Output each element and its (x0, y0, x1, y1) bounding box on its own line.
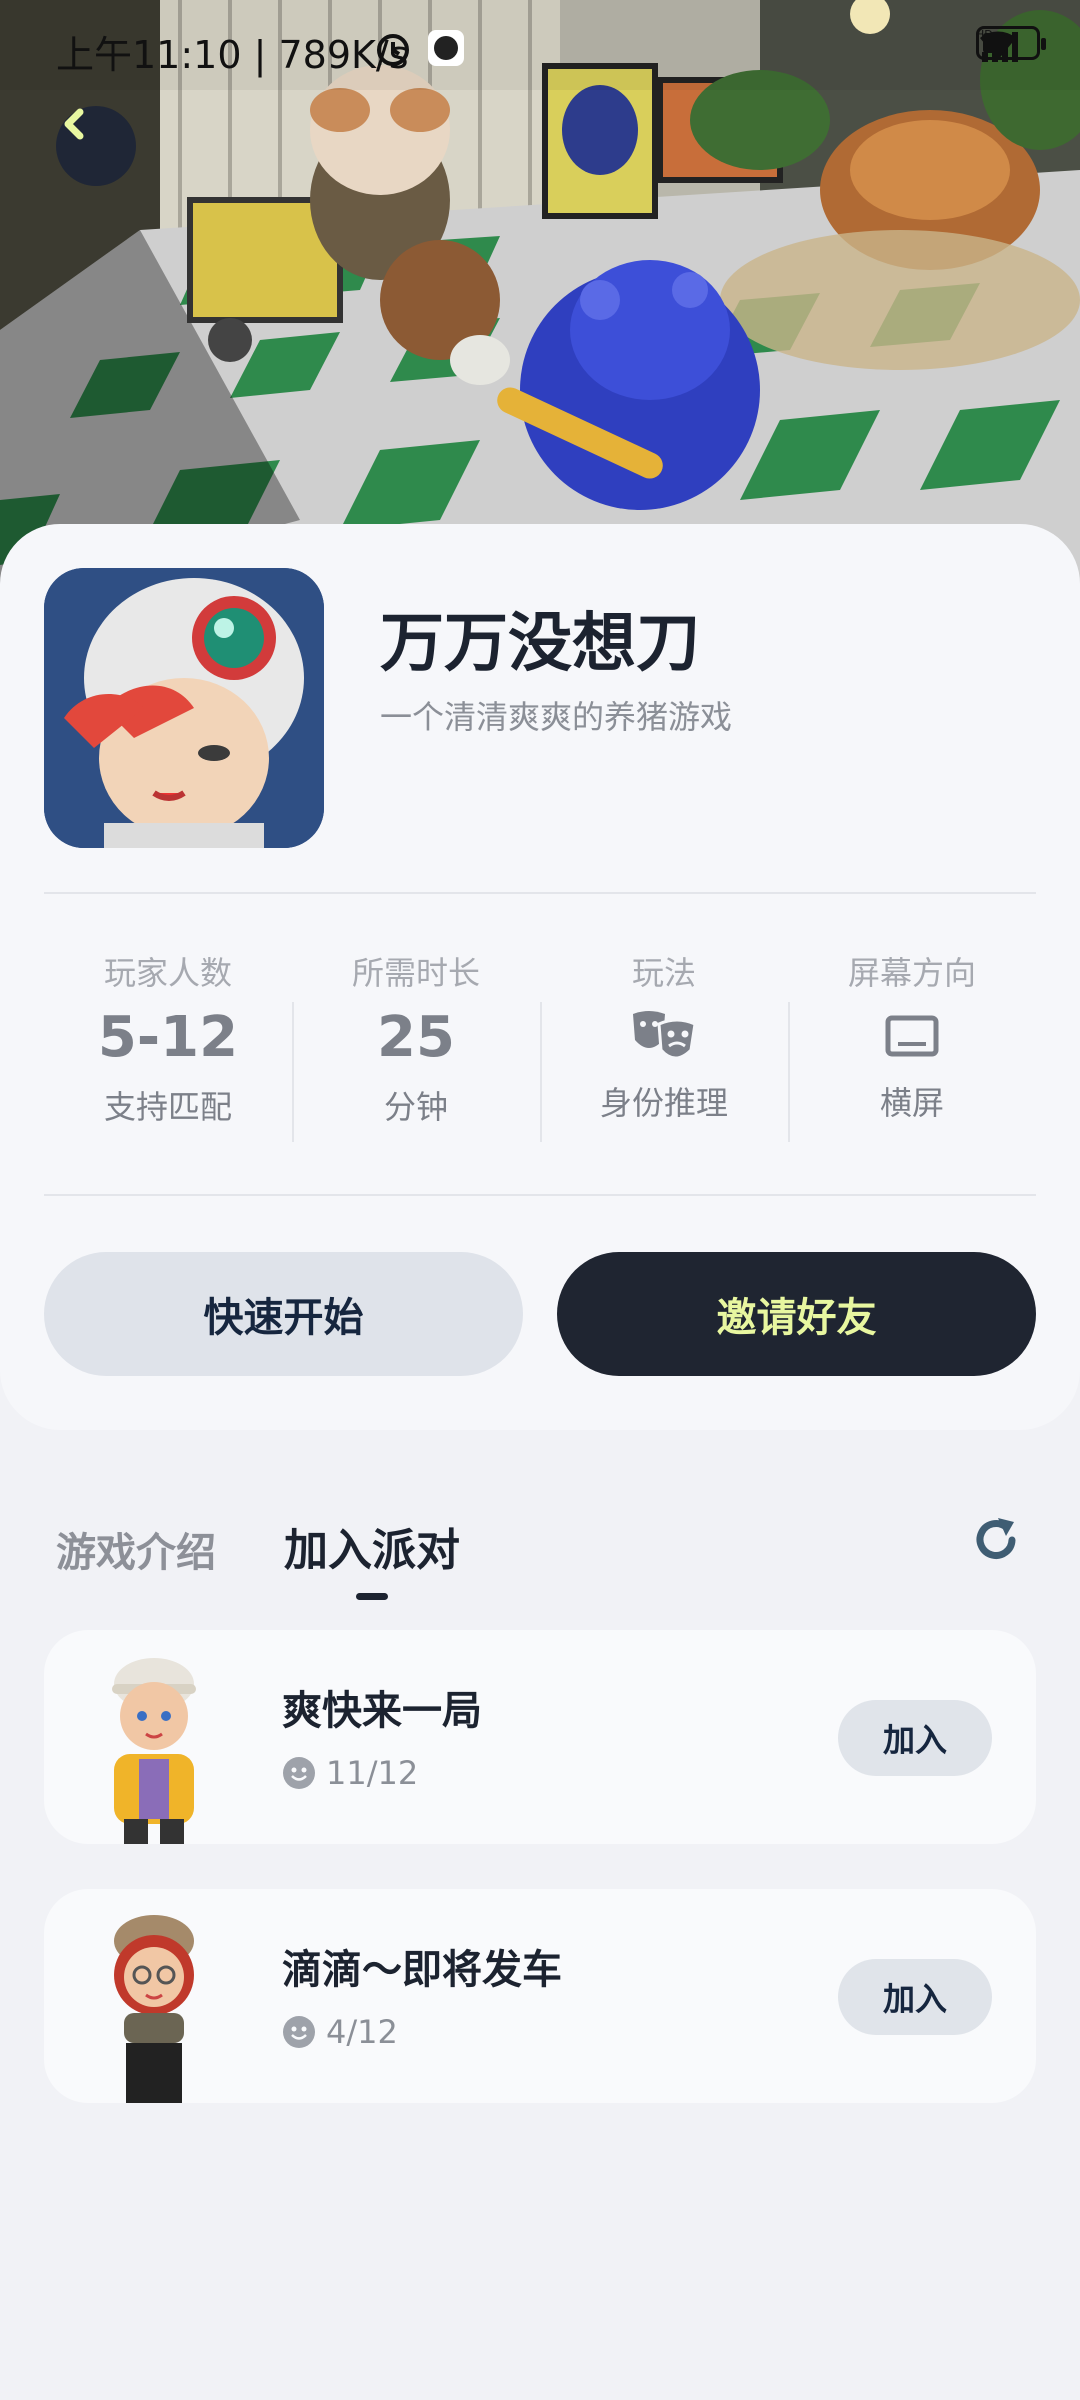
back-button[interactable] (56, 106, 136, 186)
stat-sub: 身份推理 (599, 1084, 728, 1122)
battery-icon (976, 26, 1046, 60)
status-time: 上午11:10 | 789K/s (56, 33, 409, 77)
room-name: 爽快来一局 (282, 1688, 482, 1734)
avatar (112, 1658, 196, 1844)
stat-label: 玩法 (631, 954, 696, 992)
stat-gameplay: 玩法 身份推理 (540, 924, 788, 1142)
party-room-card[interactable]: 爽快来一局 11/12 加入 (44, 1630, 1036, 1844)
game-app-icon (44, 568, 324, 848)
invite-friends-button[interactable]: 邀请好友 (557, 1252, 1036, 1376)
drama-masks-icon (633, 1011, 697, 1060)
stat-value: 5-12 (97, 1005, 239, 1070)
stat-orientation: 屏幕方向 横屏 (788, 924, 1036, 1142)
stat-label: 屏幕方向 (847, 954, 976, 992)
stat-sub: 分钟 (383, 1088, 448, 1126)
stat-duration: 所需时长 25 分钟 (292, 924, 540, 1142)
stat-label: 玩家人数 (103, 954, 232, 992)
stat-value: 25 (377, 1005, 455, 1070)
app-notification-icon (428, 30, 464, 66)
status-bar: 上午11:10 | 789K/s HD (0, 0, 1080, 96)
smiley-icon (283, 1757, 315, 1789)
refresh-icon[interactable] (968, 1512, 1024, 1568)
hero-banner: 上午11:10 | 789K/s HD (0, 0, 1080, 600)
stat-players: 玩家人数 5-12 支持匹配 (44, 924, 292, 1126)
room-name: 滴滴～即将发车 (282, 1947, 562, 1993)
alarm-icon (377, 34, 409, 66)
screen-landscape-icon (885, 1015, 939, 1057)
divider (44, 1194, 1036, 1196)
game-title: 万万没想刀 (380, 607, 700, 681)
game-subtitle: 一个清清爽爽的养猪游戏 (380, 698, 733, 736)
chevron-left-icon (64, 108, 84, 140)
room-player-count: 4/12 (282, 2013, 398, 2051)
stat-sub: 支持匹配 (103, 1088, 232, 1126)
room-count-text: 11/12 (326, 1754, 419, 1792)
tab-game-intro[interactable]: 游戏介绍 (56, 1520, 216, 1578)
party-room-card[interactable]: 滴滴～即将发车 4/12 加入 (44, 1889, 1036, 2103)
join-button[interactable]: 加入 (838, 1959, 992, 2035)
game-info-card: 万万没想刀 一个清清爽爽的养猪游戏 玩家人数 5-12 支持匹配 所需时长 25… (0, 524, 1080, 1430)
section-tabs: 游戏介绍 加入派对 (56, 1514, 460, 1600)
join-button[interactable]: 加入 (838, 1700, 992, 1776)
stat-sub: 横屏 (879, 1084, 944, 1122)
quick-start-button[interactable]: 快速开始 (44, 1252, 523, 1376)
smiley-icon (283, 2016, 315, 2048)
divider (44, 892, 1036, 894)
room-count-text: 4/12 (326, 2013, 398, 2051)
avatar (114, 1915, 194, 2103)
room-player-count: 11/12 (282, 1754, 418, 1792)
stat-label: 所需时长 (351, 954, 480, 992)
tab-join-party[interactable]: 加入派对 (284, 1514, 460, 1600)
game-stats: 玩家人数 5-12 支持匹配 所需时长 25 分钟 玩法 身份推理 屏幕方向 横… (44, 924, 1036, 1142)
party-section: 游戏介绍 加入派对 爽快来一局 11/12 加入 滴滴～即将发车 4/12 加入 (0, 1452, 1080, 2400)
